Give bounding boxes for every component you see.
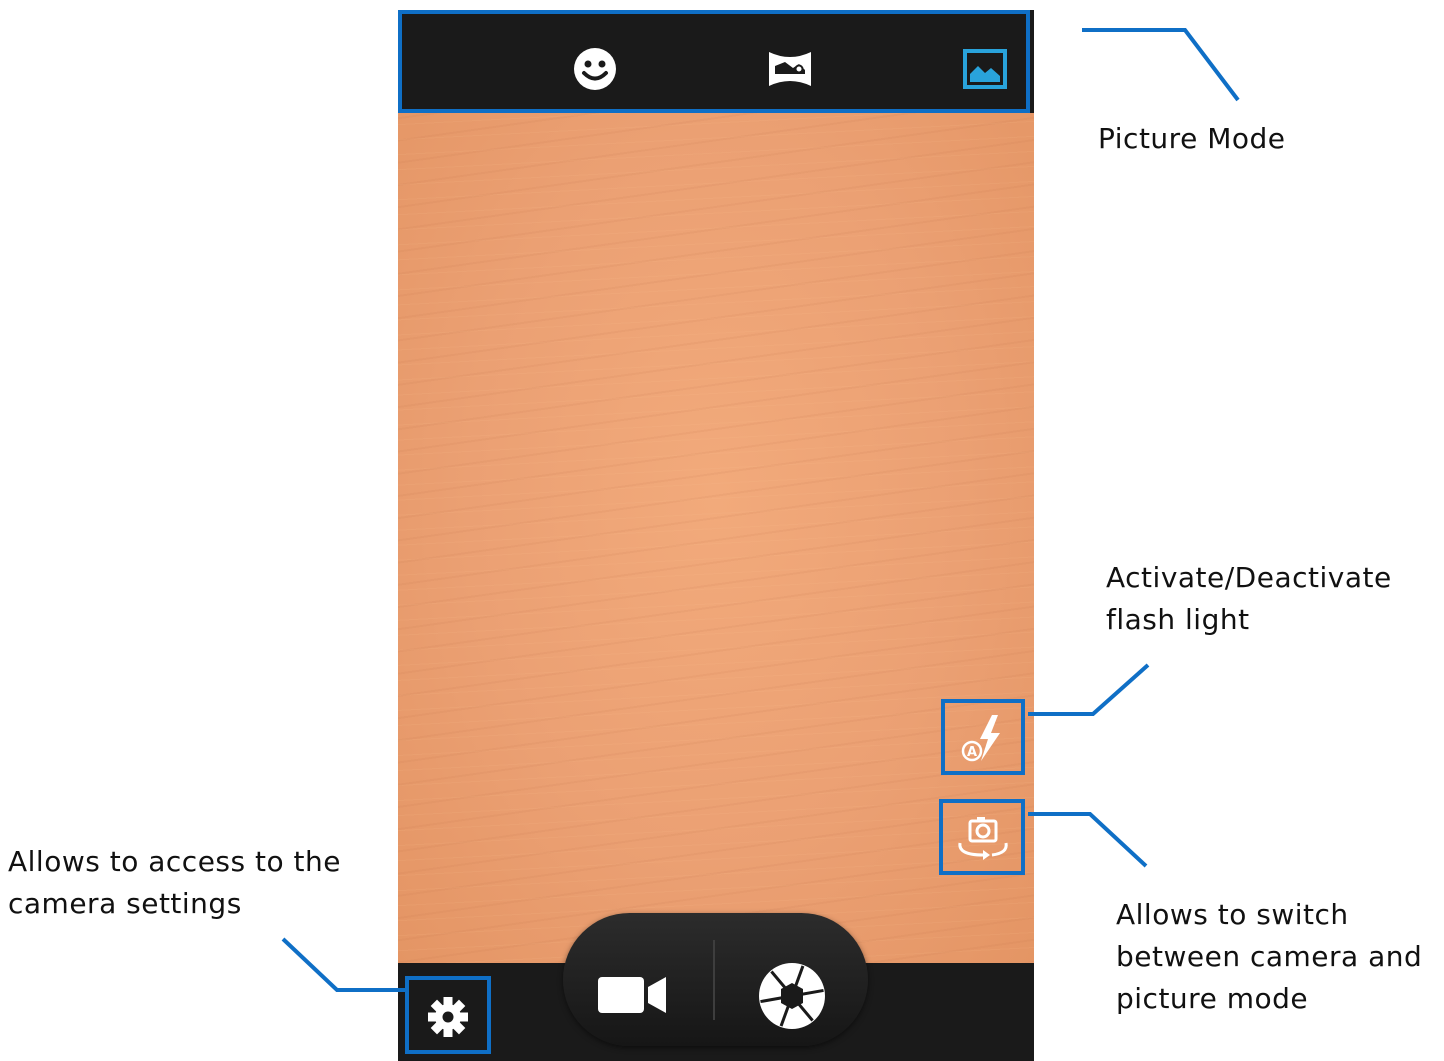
picture-mode-annotation-text: Picture Mode <box>1098 122 1286 155</box>
settings-annotation-line2: camera settings <box>8 887 242 920</box>
switch-camera-callout-line <box>1028 812 1148 868</box>
shutter-icon <box>759 963 825 1029</box>
video-record-button[interactable] <box>592 960 674 1030</box>
switch-camera-annotation-line2: between camera and <box>1116 940 1423 973</box>
flash-button-highlight <box>941 699 1025 775</box>
settings-callout-line <box>281 937 405 992</box>
video-camera-icon <box>598 977 666 1013</box>
flash-annotation: Activate/Deactivate flash light <box>1106 557 1392 641</box>
switch-camera-highlight <box>939 799 1025 875</box>
picture-mode-callout-line <box>1082 28 1240 102</box>
switch-camera-annotation-line3: picture mode <box>1116 982 1309 1015</box>
settings-button-highlight <box>405 976 491 1054</box>
settings-annotation-line1: Allows to access to the <box>8 845 341 878</box>
switch-camera-annotation: Allows to switch between camera and pict… <box>1116 894 1422 1020</box>
flash-annotation-line1: Activate/Deactivate <box>1106 561 1392 594</box>
switch-camera-annotation-line1: Allows to switch <box>1116 898 1349 931</box>
mode-bar-highlight <box>398 10 1030 113</box>
flash-annotation-line2: flash light <box>1106 603 1250 636</box>
picture-mode-annotation: Picture Mode <box>1098 118 1285 160</box>
capture-divider <box>713 940 715 1020</box>
shutter-button[interactable] <box>752 958 832 1034</box>
flash-callout-line <box>1028 663 1150 716</box>
settings-annotation: Allows to access to the camera settings <box>8 841 341 925</box>
